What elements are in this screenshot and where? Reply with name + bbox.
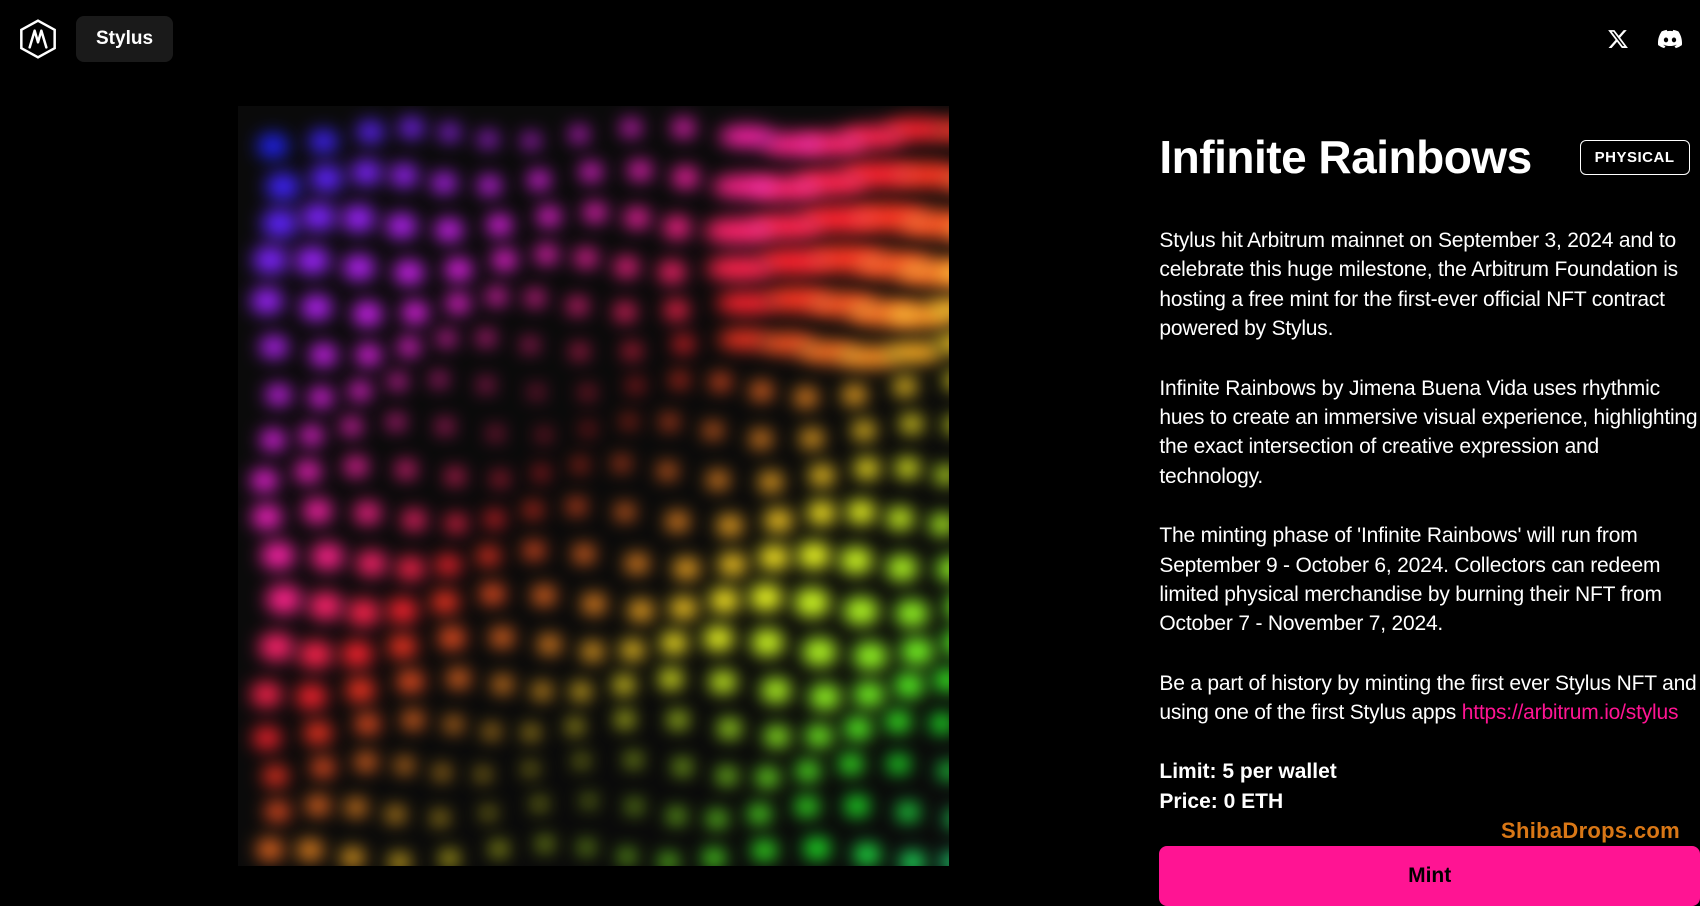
stylus-button[interactable]: Stylus	[76, 16, 173, 62]
description-cta: Be a part of history by minting the firs…	[1159, 669, 1700, 728]
limit-value: 5 per wallet	[1222, 760, 1336, 783]
description-paragraph: The minting phase of 'Infinite Rainbows'…	[1159, 521, 1700, 639]
limit-label: Limit:	[1159, 760, 1216, 783]
discord-icon[interactable]	[1658, 27, 1682, 51]
main-content: Infinite Rainbows PHYSICAL Stylus hit Ar…	[0, 78, 1700, 906]
watermark: ShibaDrops.com	[1501, 818, 1680, 844]
title-row: Infinite Rainbows PHYSICAL	[1159, 130, 1700, 184]
project-title: Infinite Rainbows	[1159, 130, 1531, 184]
project-info: Infinite Rainbows PHYSICAL Stylus hit Ar…	[1159, 106, 1700, 906]
description-paragraph: Infinite Rainbows by Jimena Buena Vida u…	[1159, 374, 1700, 492]
price-label: Price:	[1159, 790, 1217, 813]
x-twitter-icon[interactable]	[1606, 27, 1630, 51]
description-paragraph: Stylus hit Arbitrum mainnet on September…	[1159, 226, 1700, 344]
nft-artwork	[238, 106, 949, 866]
logo-icon[interactable]	[18, 19, 58, 59]
price-value: 0 ETH	[1224, 790, 1284, 813]
header-right	[1606, 27, 1682, 51]
stylus-link[interactable]: https://arbitrum.io/stylus	[1462, 701, 1679, 724]
price-row: Price: 0 ETH	[1159, 787, 1700, 816]
mint-meta: Limit: 5 per wallet Price: 0 ETH	[1159, 757, 1700, 816]
mint-button[interactable]: Mint	[1159, 846, 1700, 906]
project-description: Stylus hit Arbitrum mainnet on September…	[1159, 226, 1700, 727]
limit-row: Limit: 5 per wallet	[1159, 757, 1700, 786]
header: Stylus	[0, 0, 1700, 78]
physical-badge: PHYSICAL	[1580, 140, 1690, 175]
header-left: Stylus	[18, 16, 173, 62]
